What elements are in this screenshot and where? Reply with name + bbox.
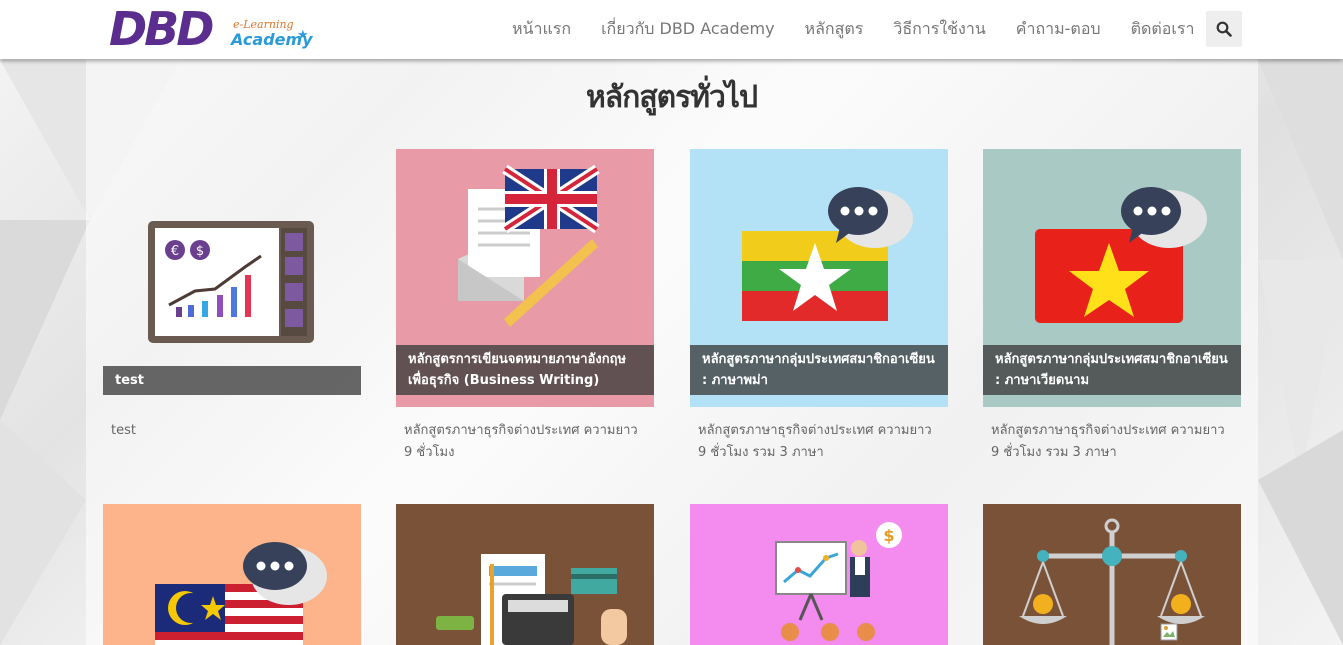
course-card[interactable]: หลักสูตรภาษากลุ่มประเทศสมาชิกอาเซียน : ภ… (983, 149, 1241, 464)
broken-image-icon (1160, 623, 1178, 641)
course-card[interactable]: หลักสูตรการเขียนจดหมายภาษาอังกฤษเพื่อธุร… (396, 149, 654, 464)
course-card[interactable]: $ (690, 504, 948, 645)
course-thumbnail[interactable]: $ (690, 504, 948, 645)
page-title: หลักสูตรทั่วไป (586, 80, 758, 115)
course-thumbnail[interactable] (983, 504, 1241, 645)
course-title: หลักสูตรการเขียนจดหมายภาษาอังกฤษเพื่อธุร… (396, 345, 654, 395)
dbd-academy-logo[interactable]: DBD e-Learning Academy ★ (109, 2, 313, 56)
course-description: หลักสูตรภาษาธุรกิจต่างประเทศ ความยาว 9 ช… (404, 423, 638, 460)
course-title: test (103, 366, 361, 395)
logo-main-text: DBD (109, 2, 214, 56)
search-icon (1216, 21, 1232, 37)
star-icon: ★ (297, 28, 309, 43)
search-button[interactable] (1206, 11, 1242, 47)
course-thumbnail[interactable] (103, 504, 361, 645)
course-card[interactable]: หลักสูตรภาษากลุ่มประเทศสมาชิกอาเซียน : ภ… (690, 149, 948, 464)
main-nav: หน้าแรก เกี่ยวกับ DBD Academy หลักสูตร ว… (500, 0, 1224, 59)
svg-text:€: € (171, 244, 179, 259)
nav-courses[interactable]: หลักสูตร (805, 17, 864, 42)
accounting-icon (436, 554, 627, 645)
nav-faq[interactable]: คำถาม-ตอบ (1016, 17, 1101, 42)
nav-about[interactable]: เกี่ยวกับ DBD Academy (601, 17, 774, 42)
course-title: หลักสูตรภาษากลุ่มประเทศสมาชิกอาเซียน : ภ… (983, 345, 1241, 395)
course-thumbnail[interactable] (396, 504, 654, 645)
course-thumbnail[interactable]: หลักสูตรการเขียนจดหมายภาษาอังกฤษเพื่อธุร… (396, 149, 654, 407)
course-card[interactable] (396, 504, 654, 645)
course-thumbnail[interactable]: หลักสูตรภาษากลุ่มประเทศสมาชิกอาเซียน : ภ… (690, 149, 948, 407)
nav-howto[interactable]: วิธีการใช้งาน (893, 17, 985, 42)
course-description: test (111, 423, 136, 438)
course-thumbnail[interactable]: € $ test (103, 149, 361, 407)
svg-text:$: $ (196, 244, 204, 259)
site-header: DBD e-Learning Academy ★ หน้าแรก เกี่ยวก… (0, 0, 1343, 59)
svg-text:$: $ (883, 526, 894, 545)
malaysia-flag-icon (155, 542, 327, 645)
course-description: หลักสูตรภาษาธุรกิจต่างประเทศ ความยาว 9 ช… (698, 423, 932, 460)
course-title: หลักสูตรภาษากลุ่มประเทศสมาชิกอาเซียน : ภ… (690, 345, 948, 395)
course-card[interactable]: € $ test test (103, 149, 361, 442)
presentation-icon: $ (775, 522, 902, 641)
course-description: หลักสูตรภาษาธุรกิจต่างประเทศ ความยาว 9 ช… (991, 423, 1225, 460)
scale-icon (1019, 518, 1205, 645)
nav-contact[interactable]: ติดต่อเรา (1131, 17, 1195, 42)
nav-home[interactable]: หน้าแรก (512, 17, 571, 42)
course-card[interactable] (103, 504, 361, 645)
course-thumbnail[interactable]: หลักสูตรภาษากลุ่มประเทศสมาชิกอาเซียน : ภ… (983, 149, 1241, 407)
course-card[interactable] (983, 504, 1241, 645)
